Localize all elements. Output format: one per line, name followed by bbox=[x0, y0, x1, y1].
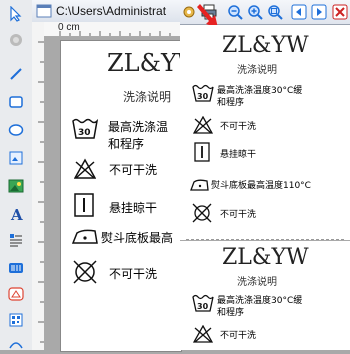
line-icon[interactable] bbox=[6, 64, 26, 84]
line-dry-icon[interactable] bbox=[74, 193, 94, 221]
ellipse-icon[interactable] bbox=[6, 120, 26, 140]
preview2-wash-text-2: 和程序 bbox=[217, 308, 245, 318]
preview1-line-dry-icon bbox=[194, 142, 210, 166]
picture-icon[interactable] bbox=[6, 176, 26, 196]
label-canvas[interactable]: ZL&YW 洗涤说明 30 最高洗涤温 和程序 不可干洗 悬挂晾干 熨斗底板最高… bbox=[60, 40, 182, 352]
qrcode-icon[interactable] bbox=[6, 310, 26, 330]
preview2-no-dry-clean-icon bbox=[192, 324, 214, 347]
left-toolbar: A bbox=[0, 0, 33, 350]
preview1-iron-icon bbox=[188, 177, 210, 196]
rich-text-icon[interactable] bbox=[6, 230, 26, 250]
curve-icon[interactable] bbox=[6, 334, 26, 354]
image-box-icon[interactable] bbox=[6, 148, 26, 168]
wash-text-line1[interactable]: 最高洗涤温 bbox=[108, 118, 168, 135]
barcode-icon[interactable] bbox=[6, 258, 26, 278]
pan-icon[interactable] bbox=[6, 30, 26, 50]
shape-icon[interactable] bbox=[6, 284, 26, 304]
page-separator bbox=[186, 239, 344, 240]
preview1-subtitle: 洗涤说明 bbox=[237, 65, 277, 76]
wash-text-line2[interactable]: 和程序 bbox=[108, 135, 144, 152]
next-page-icon[interactable] bbox=[310, 3, 328, 21]
document-icon bbox=[36, 4, 52, 18]
svg-text:A: A bbox=[10, 206, 23, 222]
close-icon[interactable] bbox=[331, 3, 349, 21]
svg-text:30: 30 bbox=[197, 302, 209, 311]
preview-label-1: ZL&YW 洗涤说明 30 最高洗涤温度30°C缓 和程序 不可干洗 悬挂晾干 … bbox=[180, 25, 350, 240]
iron-110-icon[interactable] bbox=[69, 227, 99, 251]
wash-30-icon[interactable]: 30 bbox=[72, 117, 99, 143]
svg-text:30: 30 bbox=[78, 128, 91, 138]
preview2-subtitle: 洗涤说明 bbox=[237, 277, 277, 288]
zoom-in-icon[interactable] bbox=[246, 3, 264, 21]
no-tumble-dry-icon[interactable] bbox=[72, 259, 98, 289]
document-titlebar: C:\Users\Administrat bbox=[32, 0, 180, 23]
subtitle[interactable]: 洗涤说明 bbox=[123, 88, 171, 105]
preview2-no-dry-clean-text: 不可干洗 bbox=[220, 331, 257, 341]
brand-title[interactable]: ZL&YW bbox=[107, 49, 181, 77]
preview1-line-dry-text: 悬挂晾干 bbox=[220, 150, 257, 160]
iron-text[interactable]: 熨斗底板最高 bbox=[101, 229, 173, 246]
text-icon[interactable]: A bbox=[6, 204, 26, 224]
pointer-icon[interactable] bbox=[6, 4, 26, 24]
line-dry-text[interactable]: 悬挂晾干 bbox=[109, 199, 157, 216]
print-preview-pane: ZL&YW 洗涤说明 30 最高洗涤温度30°C缓 和程序 不可干洗 悬挂晾干 … bbox=[180, 0, 350, 350]
zoom-fit-icon[interactable] bbox=[266, 3, 284, 21]
zoom-out-icon[interactable] bbox=[226, 3, 244, 21]
preview1-brand: ZL&YW bbox=[222, 33, 309, 58]
no-dry-clean-text[interactable]: 不可干洗 bbox=[109, 161, 157, 178]
no-tumble-dry-text[interactable]: 不可干洗 bbox=[109, 265, 157, 282]
preview1-no-dry-clean-text: 不可干洗 bbox=[220, 122, 257, 132]
preview1-no-tumble-dry-text: 不可干洗 bbox=[220, 210, 257, 220]
preview1-no-tumble-dry-icon bbox=[192, 203, 212, 227]
rectangle-icon[interactable] bbox=[6, 92, 26, 112]
vertical-ruler bbox=[32, 22, 45, 350]
preview2-brand: ZL&YW bbox=[222, 245, 309, 270]
file-path: C:\Users\Administrat bbox=[56, 4, 167, 18]
horizontal-ruler: 0 cm bbox=[44, 22, 180, 37]
svg-text:30: 30 bbox=[197, 92, 209, 101]
preview-label-2: ZL&YW 洗涤说明 30 最高洗涤温度30°C缓 和程序 不可干洗 bbox=[180, 241, 350, 350]
preview1-wash-30-icon: 30 bbox=[192, 83, 214, 106]
preview1-no-dry-clean-icon bbox=[192, 115, 214, 138]
previous-page-icon[interactable] bbox=[290, 3, 308, 21]
no-dry-clean-icon[interactable] bbox=[73, 158, 97, 184]
preview2-wash-30-icon: 30 bbox=[192, 293, 214, 316]
preview1-iron-text: 熨斗底板最高温度110°C bbox=[211, 181, 311, 191]
preview1-wash-text-2: 和程序 bbox=[217, 98, 245, 108]
